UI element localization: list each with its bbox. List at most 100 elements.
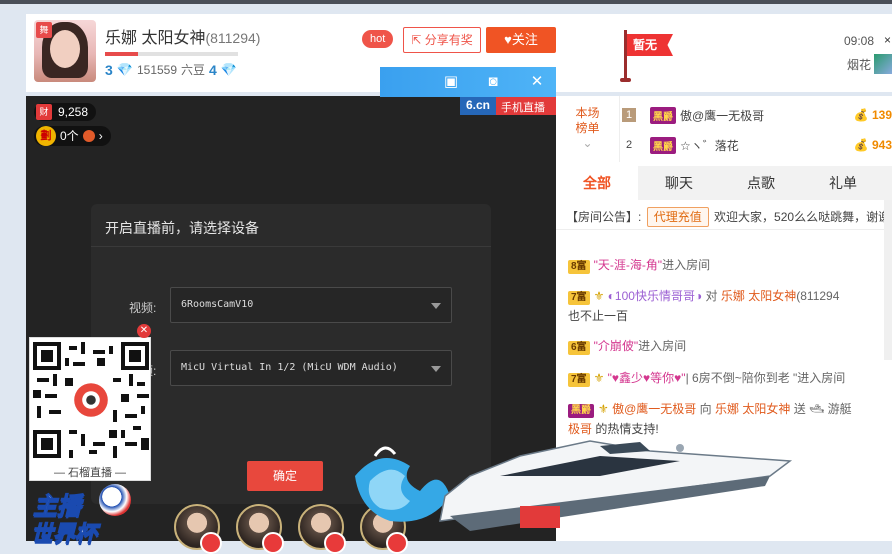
tab-all[interactable]: 全部 [556,166,638,200]
level-progress-bar [105,52,238,56]
chat-target[interactable]: 乐娜 太阳女神 [721,289,796,303]
rank-value-number: 139 [871,108,892,122]
medal-icon: ⚜ [598,402,609,416]
guard-counter[interactable]: 劃 0个 › [34,126,111,146]
chat-text: | 6房不倒~陪你到老 "进入房间 [685,371,846,385]
diamond-icon: 💎 [116,61,133,77]
video-device-value: 6RoomsCamV10 [181,299,254,310]
tab-chat[interactable]: 聊天 [638,166,720,200]
wealth-icon: 财 [36,104,52,120]
chat-tabs: 全部 聊天 点歌 礼单 [556,166,892,200]
chat-user[interactable]: 傲@鹰一无极哥 [612,402,696,416]
chevron-right-icon: › [98,129,103,143]
notice-text: 欢迎大家，520么么哒跳舞，谢谢 [714,210,891,224]
tab-gifts[interactable]: 礼单 [802,166,884,200]
share-button[interactable]: ⇱ 分享有奖 [403,27,481,53]
level-progress-fill [105,52,139,56]
guard-icon: 劃 [36,126,56,146]
audience-avatar[interactable] [236,504,284,554]
rank-value-number: 943 [871,138,892,152]
yacht-gift-animation [355,440,793,531]
rank-user: ☆ヽ゛落花 [680,138,739,153]
vip-badge: 黑爵 [650,136,676,154]
medal-icon: ⚜ [593,289,605,303]
chat-user[interactable]: ◐100快乐情哥哥◑ [608,289,703,303]
qr-code [33,342,149,458]
chat-mid: 对 [705,289,718,303]
clock-time: 09:08 [844,34,875,48]
bomb-icon [82,130,95,142]
share-label: 分享有奖 [424,33,473,47]
dialog-title: 开启直播前，请选择设备 [105,220,259,236]
notice-label: 【房间公告】: [566,210,642,224]
wealth-counter[interactable]: 财 9,258 [34,103,97,121]
logo-6cn: 6.cn [460,97,497,115]
confirm-button[interactable]: 确定 [247,461,323,491]
rank-row[interactable]: 2 黑爵 ☆ヽ゛落花 💰 943 [620,130,892,160]
audience-badge-icon [200,532,222,554]
wealth-value: 9,258 [58,105,89,119]
medal-icon: ⚜ [593,371,605,385]
chat-message: 7富 ⚜ ◐100快乐情哥哥◑ 对 乐娜 太阳女神(811294 [568,286,892,306]
anchor-name[interactable]: 乐娜 太阳女神(811294) [105,24,260,48]
video-device-select[interactable]: 6RoomsCamV10 [170,287,452,323]
divider [91,246,491,247]
flag-label: 暂无 [627,34,673,56]
rank-number: 2 [625,139,633,151]
level-right: 4 [209,61,217,78]
agent-recharge-button[interactable]: 代理充值 [646,207,709,227]
chevron-down-icon [431,303,441,309]
anchor-avatar[interactable]: 舞 [34,20,96,82]
follow-label: 关注 [511,32,538,47]
chevron-down-icon: ⌄ [582,136,593,150]
audience-avatar[interactable] [174,504,222,554]
chat-action: 送 [793,402,806,416]
audience-avatar[interactable] [298,504,346,554]
rank-row[interactable]: 1 黑爵 傲@鹰一无极哥 💰 139 [620,100,892,130]
follow-button[interactable]: ♥关注 [486,27,556,53]
chat-user[interactable]: 极哥 [568,422,592,436]
chat-user[interactable]: "♥鑫少♥等你♥" [608,371,686,385]
video-toolbar: ▣ ◙ ✕ [380,67,556,97]
rank-title[interactable]: 本场 榜单 ⌄ [556,96,620,162]
heart-icon: ♥ [504,32,512,47]
chat-message: 6富 "介崩佊"进入房间 [568,336,892,356]
window-icon[interactable]: ▣ [442,73,460,91]
close-icon[interactable]: × [884,33,891,47]
chat-user[interactable]: "介崩佊" [594,339,639,353]
chat-text: 的热情支持! [595,422,659,436]
audio-device-value: MicU Virtual In 1/2 (MicU WDM Audio) [181,362,398,373]
camera-icon[interactable]: ◙ [484,73,502,91]
video-label: 视频: [129,301,157,315]
qr-caption: — 石榴直播 — [53,467,127,479]
wealth-badge: 6富 [568,341,590,355]
gift-thumbnail[interactable] [874,54,892,74]
chevron-down-icon [431,366,441,372]
chat-message: 7富 ⚜ "♥鑫少♥等你♥"| 6房不倒~陪你到老 "进入房间 [568,368,892,388]
chat-message: 黑爵 ⚜ 傲@鹰一无极哥 向 乐娜 太阳女神 送 🛥 游艇 [568,399,892,419]
vip-badge: 黑爵 [568,404,594,418]
chat-message-continued: 也不止一百 [568,309,629,323]
chat-user[interactable]: "天-涯-海-角" [594,258,663,272]
chat-text: 进入房间 [662,258,711,272]
close-icon[interactable]: ✕ [137,324,151,338]
share-icon: ⇱ [411,33,422,47]
flag-pole [624,30,627,80]
vip-badge: 黑爵 [650,106,676,124]
tab-songs[interactable]: 点歌 [720,166,802,200]
avatar-face [50,30,80,68]
rank-title-line2: 榜单 [575,121,600,135]
chat-target[interactable]: 乐娜 太阳女神 [715,402,790,416]
close-icon[interactable]: ✕ [528,73,546,91]
chat-message: 8富 "天-涯-海-角"进入房间 [568,255,892,275]
gift-name: 烟花 [847,58,872,72]
chat-mid: 向 [699,402,712,416]
dance-badge: 舞 [36,22,52,38]
audio-device-select[interactable]: MicU Virtual In 1/2 (MicU WDM Audio) [170,350,452,386]
anchor-id: (811294) [205,30,261,46]
hot-badge: hot [362,30,394,48]
yacht-icon: 🛥 [809,402,825,416]
6cn-logo: 6.cn 手机直播 [460,97,556,115]
world-cup-banner[interactable]: 主播 世界杯 [29,484,139,547]
gift-label: 游艇 [827,402,852,416]
